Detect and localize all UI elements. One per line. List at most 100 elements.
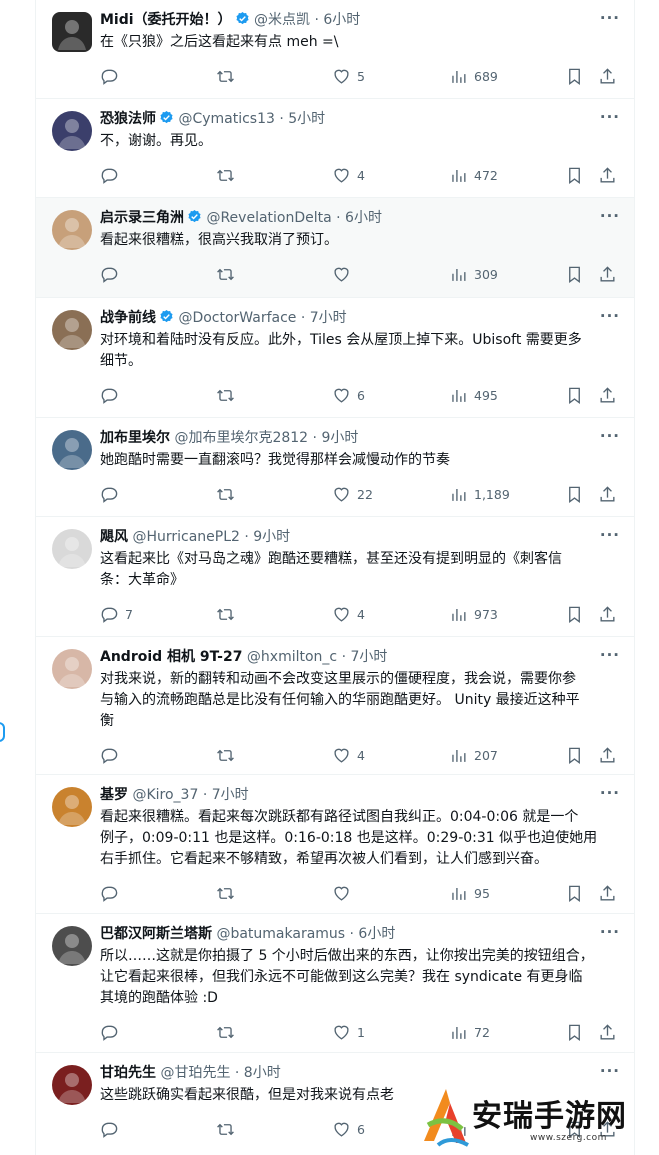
bookmark-button[interactable] xyxy=(565,603,584,625)
user-handle[interactable]: @HurricanePL2 xyxy=(132,529,239,545)
bookmark-button[interactable] xyxy=(565,164,584,186)
retweet-button[interactable] xyxy=(216,164,241,186)
reply-button[interactable] xyxy=(100,1118,125,1140)
user-handle[interactable]: @DoctorWarface xyxy=(178,310,296,326)
views-button[interactable]: 95 xyxy=(449,882,490,904)
timestamp[interactable]: · 7小时 xyxy=(301,310,347,326)
bookmark-button[interactable] xyxy=(565,483,584,505)
timestamp[interactable]: · 7小时 xyxy=(342,649,388,665)
share-button[interactable] xyxy=(598,882,617,904)
share-button[interactable] xyxy=(598,65,617,87)
display-name[interactable]: 巴都汉阿斯兰塔斯 xyxy=(100,926,212,942)
reply-button[interactable] xyxy=(100,882,125,904)
reply-button[interactable] xyxy=(100,744,125,766)
avatar[interactable] xyxy=(52,787,92,827)
display-name[interactable]: 启示录三角洲 xyxy=(100,210,184,226)
like-button[interactable]: 22 xyxy=(332,483,373,505)
share-button[interactable] xyxy=(598,1021,617,1043)
share-button[interactable] xyxy=(598,384,617,406)
reply-button[interactable] xyxy=(100,384,125,406)
retweet-button[interactable] xyxy=(216,1118,241,1140)
user-handle[interactable]: @甘珀先生 xyxy=(160,1065,230,1081)
views-button[interactable]: 495 xyxy=(449,384,498,406)
timestamp[interactable]: · 9小时 xyxy=(313,430,359,446)
retweet-button[interactable] xyxy=(216,882,241,904)
share-button[interactable] xyxy=(598,164,617,186)
avatar[interactable] xyxy=(52,210,92,250)
timestamp[interactable]: · 6小时 xyxy=(314,12,360,28)
timestamp[interactable]: · 7小时 xyxy=(203,787,249,803)
avatar[interactable] xyxy=(52,111,92,151)
more-options-icon[interactable]: ··· xyxy=(600,308,620,324)
display-name[interactable]: 战争前线 xyxy=(100,310,156,326)
retweet-button[interactable] xyxy=(216,65,241,87)
retweet-button[interactable] xyxy=(216,384,241,406)
tweet[interactable]: 启示录三角洲 @RevelationDelta · 6小时 ··· 看起来很糟糕，很… xyxy=(36,198,634,298)
bookmark-button[interactable] xyxy=(565,744,584,766)
like-button[interactable]: 6 xyxy=(332,384,365,406)
like-button[interactable] xyxy=(332,882,357,904)
display-name[interactable]: 飓风 xyxy=(100,529,128,545)
more-options-icon[interactable]: ··· xyxy=(600,10,620,26)
retweet-button[interactable] xyxy=(216,483,241,505)
bookmark-button[interactable] xyxy=(565,384,584,406)
retweet-button[interactable] xyxy=(216,1021,241,1043)
views-button[interactable]: 472 xyxy=(449,164,498,186)
views-button[interactable]: 309 xyxy=(449,263,498,285)
avatar[interactable] xyxy=(52,529,92,569)
like-button[interactable]: 6 xyxy=(332,1118,365,1140)
reply-button[interactable] xyxy=(100,164,125,186)
more-options-icon[interactable]: ··· xyxy=(600,1063,620,1079)
share-button[interactable] xyxy=(598,603,617,625)
reply-button[interactable] xyxy=(100,483,125,505)
retweet-button[interactable] xyxy=(216,603,241,625)
display-name[interactable]: 基罗 xyxy=(100,787,128,803)
user-handle[interactable]: @米点凯 xyxy=(254,12,310,28)
reply-button[interactable] xyxy=(100,1021,125,1043)
avatar[interactable] xyxy=(52,12,92,52)
scroll-indicator[interactable] xyxy=(0,722,5,742)
retweet-button[interactable] xyxy=(216,263,241,285)
user-handle[interactable]: @加布里埃尔克2812 xyxy=(174,430,308,446)
more-options-icon[interactable]: ··· xyxy=(600,527,620,543)
display-name[interactable]: 加布里埃尔 xyxy=(100,430,170,446)
like-button[interactable]: 4 xyxy=(332,744,365,766)
user-handle[interactable]: @Cymatics13 xyxy=(178,111,274,127)
user-handle[interactable]: @RevelationDelta xyxy=(206,210,331,226)
share-button[interactable] xyxy=(598,483,617,505)
tweet[interactable]: 恐狼法师 @Cymatics13 · 5小时 ··· 不，谢谢。再见。 4 472 xyxy=(36,99,634,198)
share-button[interactable] xyxy=(598,744,617,766)
reply-button[interactable] xyxy=(100,263,125,285)
more-options-icon[interactable]: ··· xyxy=(600,647,620,663)
views-button[interactable]: 1,189 xyxy=(449,483,510,505)
views-button[interactable]: 973 xyxy=(449,603,498,625)
timestamp[interactable]: · 8小时 xyxy=(235,1065,281,1081)
timestamp[interactable]: · 6小时 xyxy=(336,210,382,226)
display-name[interactable]: 恐狼法师 xyxy=(100,111,156,127)
more-options-icon[interactable]: ··· xyxy=(600,208,620,224)
tweet[interactable]: 战争前线 @DoctorWarface · 7小时 ··· 对环境和着陆时没有反应。… xyxy=(36,298,634,418)
like-button[interactable]: 4 xyxy=(332,164,365,186)
reply-button[interactable]: 7 xyxy=(100,603,133,625)
bookmark-button[interactable] xyxy=(565,263,584,285)
display-name[interactable]: Midi（委托开始！） xyxy=(100,12,232,28)
display-name[interactable]: 甘珀先生 xyxy=(100,1065,156,1081)
like-button[interactable]: 1 xyxy=(332,1021,365,1043)
retweet-button[interactable] xyxy=(216,744,241,766)
like-button[interactable] xyxy=(332,263,357,285)
tweet[interactable]: Midi（委托开始！） @米点凯 · 6小时 ··· 在《只狼》之后这看起来有点 m… xyxy=(36,0,634,99)
views-button[interactable]: 72 xyxy=(449,1021,490,1043)
timestamp[interactable]: · 5小时 xyxy=(279,111,325,127)
avatar[interactable] xyxy=(52,1065,92,1105)
tweet[interactable]: 飓风 @HurricanePL2 · 9小时 ··· 这看起来比《对马岛之魂》跑酷还… xyxy=(36,517,634,637)
user-handle[interactable]: @hxmilton_c xyxy=(247,649,337,665)
tweet[interactable]: Android 相机 9T-27 @hxmilton_c · 7小时 ··· 对我来… xyxy=(36,637,634,775)
like-button[interactable]: 5 xyxy=(332,65,365,87)
timestamp[interactable]: · 6小时 xyxy=(350,926,396,942)
views-button[interactable]: 689 xyxy=(449,65,498,87)
user-handle[interactable]: @batumakaramus xyxy=(216,926,345,942)
more-options-icon[interactable]: ··· xyxy=(600,785,620,801)
views-button[interactable]: 207 xyxy=(449,744,498,766)
tweet[interactable]: 基罗 @Kiro_37 · 7小时 ··· 看起来很糟糕。看起来每次跳跃都有路径试图… xyxy=(36,775,634,914)
tweet[interactable]: 巴都汉阿斯兰塔斯 @batumakaramus · 6小时 ··· 所以……这就是你… xyxy=(36,914,634,1053)
